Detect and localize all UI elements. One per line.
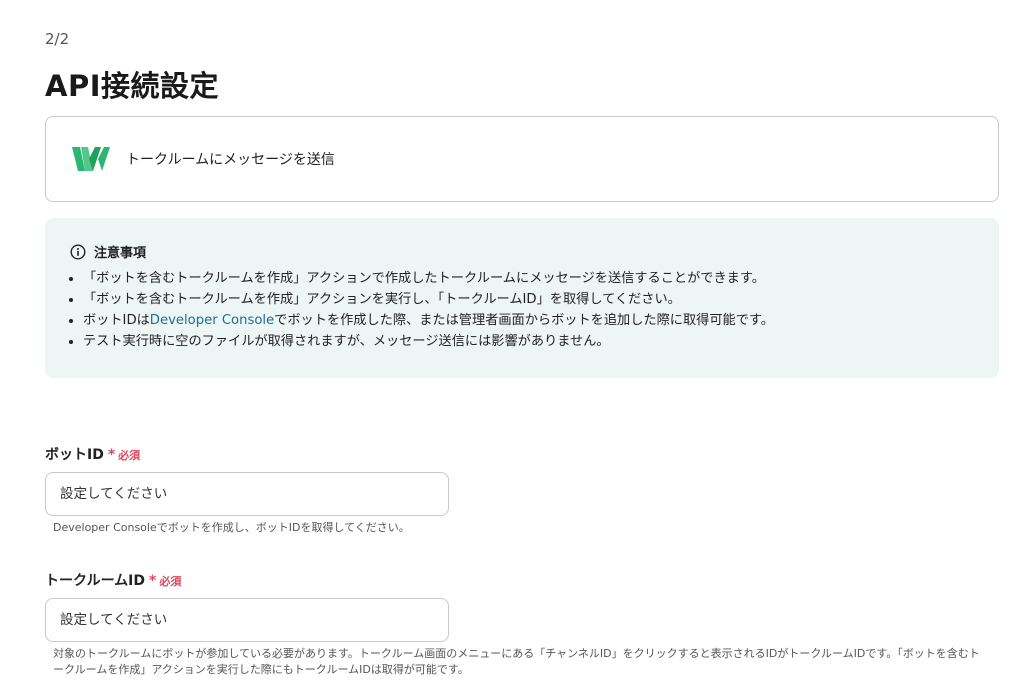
- room-id-input[interactable]: [45, 598, 449, 642]
- room-id-label: トークルームID * 必須: [45, 570, 181, 590]
- bot-id-input[interactable]: [45, 472, 449, 516]
- bot-id-help: Developer Consoleでボットを作成し、ボットIDを取得してください…: [53, 521, 410, 534]
- notice-item: ボットIDはDeveloper Consoleでボットを作成した際、または管理者…: [83, 310, 983, 331]
- step-indicator: 2/2: [45, 30, 70, 48]
- room-id-label-text: トークルームID: [45, 573, 145, 589]
- notice-list: 「ボットを含むトークルームを作成」アクションで作成したトークルームにメッセージを…: [67, 268, 983, 352]
- developer-console-link[interactable]: Developer Console: [150, 313, 274, 328]
- required-asterisk: *: [149, 573, 157, 589]
- notice-item-text: でボットを作成した際、または管理者画面からボットを追加した際に取得可能です。: [274, 313, 774, 328]
- notice-box: 注意事項 「ボットを含むトークルームを作成」アクションで作成したトークルームにメ…: [45, 218, 999, 378]
- line-works-logo-icon: [72, 147, 110, 171]
- info-circle-icon: [70, 243, 86, 260]
- required-badge: 必須: [159, 575, 182, 588]
- room-id-help: 対象のトークルームにボットが参加している必要があります。トークルーム画面のメニュ…: [53, 646, 980, 678]
- notice-item: テスト実行時に空のファイルが取得されますが、メッセージ送信には影響がありません。: [83, 331, 983, 352]
- notice-item-text: ボットIDは: [83, 313, 150, 328]
- action-card[interactable]: トークルームにメッセージを送信: [45, 116, 999, 202]
- bot-id-label: ボットID * 必須: [45, 444, 140, 464]
- bot-id-label-text: ボットID: [45, 447, 104, 463]
- notice-item: 「ボットを含むトークルームを作成」アクションで作成したトークルームにメッセージを…: [83, 268, 983, 289]
- required-badge: 必須: [118, 449, 141, 462]
- action-label: トークルームにメッセージを送信: [126, 152, 335, 168]
- required-asterisk: *: [107, 447, 116, 463]
- notice-item: 「ボットを含むトークルームを作成」アクションを実行し、「トークルームID」を取得…: [83, 289, 983, 310]
- notice-title: 注意事項: [94, 246, 147, 261]
- room-id-help-line: ークルームを作成」アクションを実行した際にもトークルームIDは取得が可能です。: [53, 663, 469, 676]
- notice-header: 注意事項: [70, 242, 146, 261]
- room-id-help-line: 対象のトークルームにボットが参加している必要があります。トークルーム画面のメニュ…: [53, 647, 980, 660]
- page-title: API接続設定: [45, 69, 219, 103]
